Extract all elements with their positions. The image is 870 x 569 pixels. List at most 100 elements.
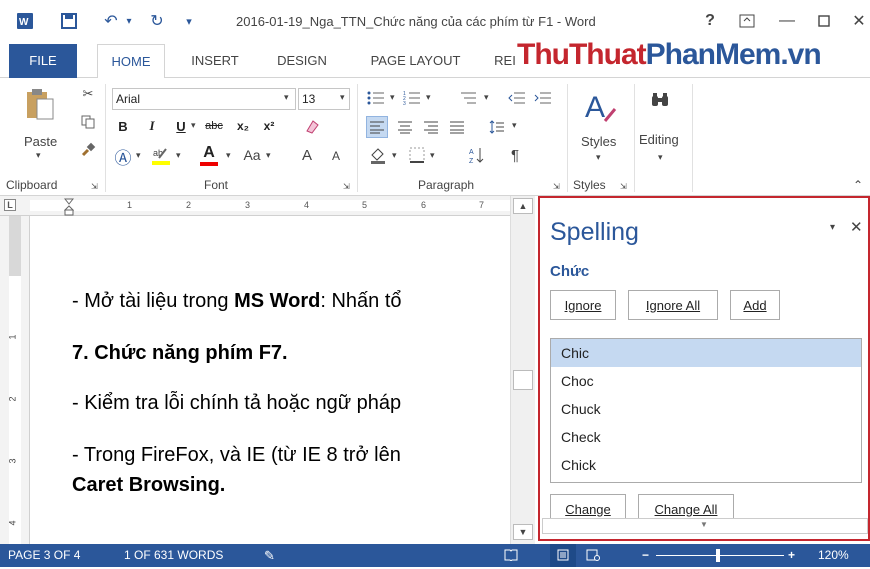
proofing-icon[interactable]: ✎: [264, 544, 275, 567]
suggestion-item[interactable]: Chuck: [551, 395, 861, 423]
undo-dropdown-icon[interactable]: ▾: [122, 10, 136, 32]
shading-icon[interactable]: [366, 144, 390, 166]
ignore-all-button[interactable]: Ignore All: [628, 290, 718, 320]
format-painter-icon[interactable]: [78, 140, 98, 160]
read-mode-icon[interactable]: [504, 544, 518, 567]
pane-options-icon[interactable]: ▾: [830, 222, 835, 233]
undo-icon[interactable]: ↶: [100, 10, 122, 32]
maximize-icon[interactable]: [813, 10, 835, 32]
change-case-button[interactable]: Aa: [240, 144, 264, 166]
vertical-scrollbar[interactable]: ▲ ▼: [510, 196, 535, 544]
decrease-indent-icon[interactable]: [506, 88, 528, 108]
tab-insert[interactable]: INSERT: [180, 44, 250, 78]
styles-gallery-icon[interactable]: A: [582, 86, 618, 128]
shading-dropdown-icon[interactable]: ▾: [392, 150, 397, 161]
scroll-thumb[interactable]: [513, 370, 533, 390]
line-spacing-dropdown-icon[interactable]: ▾: [512, 120, 517, 131]
word-count[interactable]: 1 OF 631 WORDS: [124, 544, 223, 567]
tab-references[interactable]: REI: [490, 44, 520, 78]
tab-design[interactable]: DESIGN: [267, 44, 337, 78]
text-effects-icon[interactable]: Ⓐ: [112, 144, 134, 168]
paragraph-launcher-icon[interactable]: ⇲: [553, 182, 560, 191]
font-color-icon[interactable]: A: [198, 142, 220, 168]
change-case-dropdown-icon[interactable]: ▾: [266, 150, 271, 161]
paste-label[interactable]: Paste: [24, 134, 57, 149]
highlight-dropdown-icon[interactable]: ▾: [176, 150, 181, 161]
underline-button[interactable]: U: [172, 116, 190, 136]
show-formatting-button[interactable]: ¶: [504, 144, 526, 166]
collapse-ribbon-icon[interactable]: ⌃: [853, 178, 863, 192]
subscript-button[interactable]: x₂: [232, 116, 254, 136]
document-page[interactable]: - Mở tài liệu trong MS Word: Nhấn tổ 7. …: [30, 216, 510, 544]
ignore-button[interactable]: Ignore: [550, 290, 616, 320]
vertical-ruler[interactable]: 1 2 3 4: [0, 216, 30, 544]
zoom-out-icon[interactable]: −: [642, 544, 649, 567]
zoom-in-icon[interactable]: +: [788, 544, 795, 567]
bullets-dropdown-icon[interactable]: ▾: [390, 92, 395, 103]
pane-scroll-down-icon[interactable]: ▼: [700, 520, 708, 529]
editing-dropdown-icon[interactable]: ▾: [658, 152, 663, 163]
zoom-level[interactable]: 120%: [818, 544, 849, 567]
word-app-icon[interactable]: W: [14, 10, 36, 32]
scroll-down-icon[interactable]: ▼: [513, 524, 533, 540]
scroll-up-icon[interactable]: ▲: [513, 198, 533, 214]
styles-launcher-icon[interactable]: ⇲: [620, 182, 627, 191]
borders-icon[interactable]: [406, 144, 428, 166]
align-center-icon[interactable]: [394, 116, 416, 138]
align-right-icon[interactable]: [420, 116, 442, 138]
help-button[interactable]: ?: [699, 10, 721, 32]
styles-button-label[interactable]: Styles: [581, 134, 616, 149]
highlight-color-icon[interactable]: ab: [148, 142, 174, 168]
borders-dropdown-icon[interactable]: ▾: [430, 150, 435, 161]
tab-selector-icon[interactable]: L: [4, 199, 16, 211]
binoculars-icon[interactable]: [648, 88, 672, 112]
multilevel-list-icon[interactable]: [456, 88, 480, 108]
line-spacing-icon[interactable]: [486, 116, 508, 138]
minimize-icon[interactable]: —: [776, 10, 798, 32]
grow-font-button[interactable]: A: [298, 144, 316, 166]
clear-formatting-icon[interactable]: [300, 114, 324, 138]
print-layout-icon[interactable]: [550, 544, 576, 567]
suggestion-item[interactable]: Chic: [551, 339, 861, 367]
paste-icon[interactable]: [22, 86, 58, 122]
add-button[interactable]: Add: [730, 290, 780, 320]
paste-dropdown-icon[interactable]: ▾: [36, 150, 41, 161]
copy-icon[interactable]: [78, 112, 98, 132]
multilevel-dropdown-icon[interactable]: ▾: [484, 92, 489, 103]
clipboard-launcher-icon[interactable]: ⇲: [91, 182, 98, 191]
ribbon-display-options-icon[interactable]: [736, 10, 758, 32]
suggestion-item[interactable]: Choc: [551, 367, 861, 395]
page-indicator[interactable]: PAGE 3 OF 4: [8, 544, 80, 567]
font-color-dropdown-icon[interactable]: ▾: [226, 150, 231, 161]
suggestions-list[interactable]: Chic Choc Chuck Check Chick: [550, 338, 862, 483]
numbering-dropdown-icon[interactable]: ▾: [426, 92, 431, 103]
pane-close-icon[interactable]: ✕: [850, 218, 863, 236]
customize-qat-icon[interactable]: ▾: [180, 10, 198, 32]
numbering-icon[interactable]: 123: [400, 88, 424, 108]
styles-dropdown-icon[interactable]: ▾: [596, 152, 601, 163]
strikethrough-button[interactable]: abc: [200, 116, 228, 136]
align-left-icon[interactable]: [366, 116, 388, 138]
indent-marker-icon[interactable]: [63, 198, 75, 218]
tab-home[interactable]: HOME: [97, 44, 165, 79]
zoom-slider-thumb[interactable]: [716, 549, 720, 562]
web-layout-icon[interactable]: [586, 544, 600, 567]
redo-icon[interactable]: ↻: [146, 10, 168, 32]
tab-page-layout[interactable]: PAGE LAYOUT: [358, 44, 473, 78]
suggestion-item[interactable]: Check: [551, 423, 861, 451]
cut-icon[interactable]: ✂: [78, 84, 98, 104]
editing-button-label[interactable]: Editing: [639, 132, 679, 147]
superscript-button[interactable]: x²: [258, 116, 280, 136]
bold-button[interactable]: B: [114, 116, 132, 136]
font-launcher-icon[interactable]: ⇲: [343, 182, 350, 191]
underline-dropdown-icon[interactable]: ▾: [191, 120, 196, 131]
sort-icon[interactable]: AZ: [466, 144, 488, 166]
justify-icon[interactable]: [446, 116, 468, 138]
text-effects-dropdown-icon[interactable]: ▾: [136, 150, 141, 161]
save-icon[interactable]: [58, 10, 80, 32]
font-size-dropdown-icon[interactable]: ▾: [340, 92, 345, 103]
tab-file[interactable]: FILE: [9, 44, 77, 78]
increase-indent-icon[interactable]: [532, 88, 554, 108]
close-icon[interactable]: ✕: [848, 10, 870, 32]
horizontal-ruler[interactable]: L 1 2 3 4 5 6 7: [0, 196, 535, 216]
